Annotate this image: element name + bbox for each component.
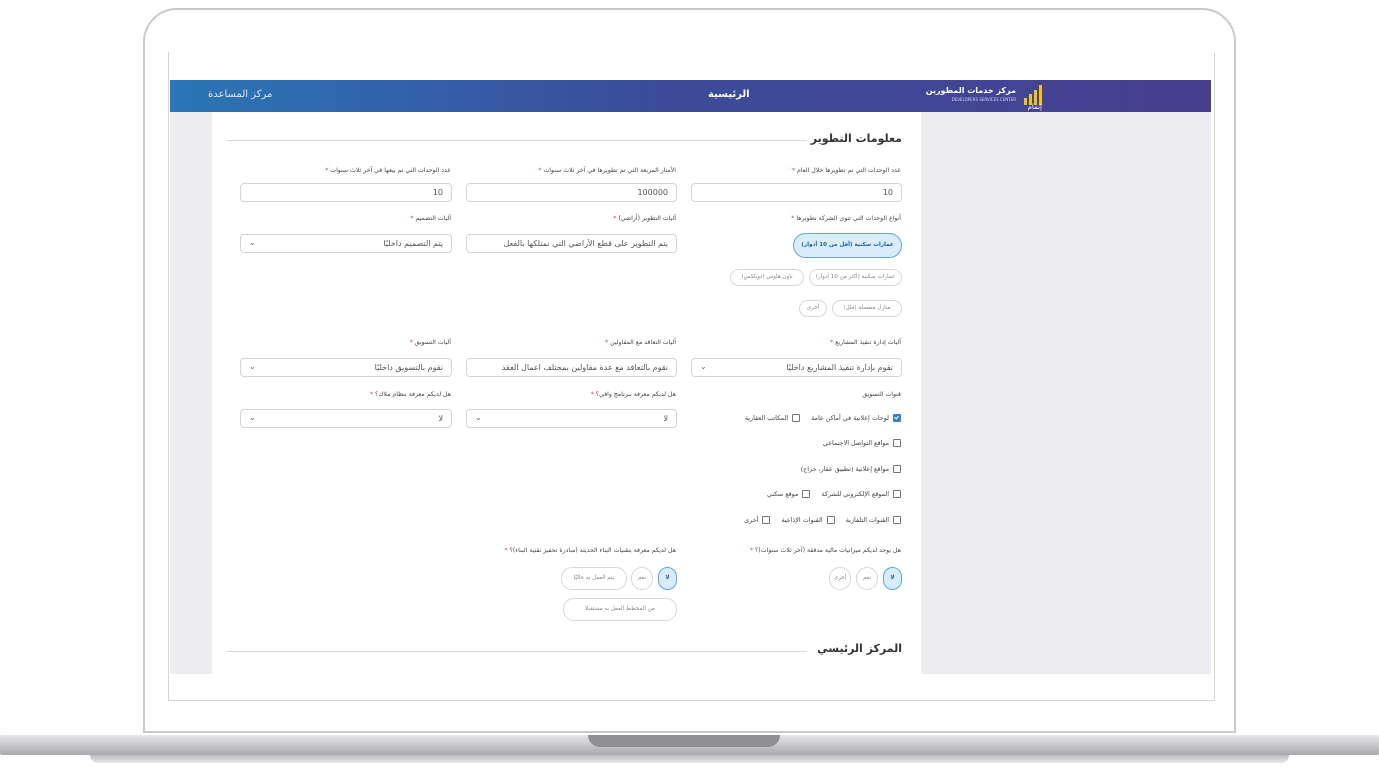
sqm-input[interactable]: 100000 xyxy=(466,183,677,202)
mullak-select[interactable]: لا ⌄ xyxy=(240,409,452,428)
home-link[interactable]: الرئيسية xyxy=(708,89,750,100)
checkbox-icon xyxy=(893,490,901,498)
checkbox-icon xyxy=(893,465,901,473)
logo-icon xyxy=(1020,85,1042,105)
brand-logo[interactable]: مركز خدمات المطورين DEVELOPERS SERVICES … xyxy=(922,85,1042,111)
design-mechanism-label: آليات التصميم * xyxy=(410,215,451,222)
channel-checkbox[interactable]: المكاتب العقارية xyxy=(745,414,801,422)
chevron-down-icon: ⌄ xyxy=(700,362,707,371)
channel-checkbox[interactable]: أخرى xyxy=(744,516,771,524)
section-divider xyxy=(227,651,807,652)
audited-option-yes[interactable]: نعم xyxy=(856,567,878,590)
section-title-headquarters: المركز الرئيسي xyxy=(817,642,902,655)
contracting-label: آليات التعاقد مع المقاولين * xyxy=(605,339,676,346)
laptop-base-bottom xyxy=(90,755,1289,763)
dev-mechanism-select[interactable]: يتم التطوير على قطع الأراضي التي نمتلكها… xyxy=(466,234,677,253)
laptop-notch xyxy=(588,735,780,747)
units-year-label: عدد الوحدات التي تم تطويرها خلال العام * xyxy=(791,167,901,174)
wafi-select[interactable]: لا ⌄ xyxy=(466,409,677,428)
chevron-down-icon: ⌄ xyxy=(249,362,256,371)
wafi-label: هل لديكم معرفة ببرنامج وافي؟ * xyxy=(590,391,676,398)
unit-type-chip[interactable]: منازل منفصلة (فلل) xyxy=(832,300,902,317)
project-mgmt-select[interactable]: نقوم بإدارة تنفيذ المشاريع داخليًا ⌄ xyxy=(691,358,902,377)
channel-row: مواقع إعلانية (تطبيق عقار، حراج) xyxy=(801,465,901,473)
top-navigation-bar: مركز المساعدة الرئيسية مركز خدمات المطور… xyxy=(170,80,1211,112)
brand-name: مركز خدمات المطورين xyxy=(925,86,1016,95)
chevron-down-icon: ⌄ xyxy=(249,238,256,247)
tech-option-no[interactable]: لا xyxy=(658,567,677,590)
side-panel xyxy=(921,112,1211,674)
channel-checkbox[interactable]: القنوات الإذاعية xyxy=(781,516,835,524)
channel-checkbox[interactable]: مواقع إعلانية (تطبيق عقار، حراج) xyxy=(801,465,901,473)
checkbox-icon xyxy=(762,516,771,524)
section-divider xyxy=(227,140,807,141)
checkbox-icon xyxy=(893,516,901,524)
contracting-select[interactable]: نقوم بالتعاقد مع عدة مقاولين بمختلف اعما… xyxy=(466,358,677,377)
unit-type-chip[interactable]: عمارات سكنية (أكثر من 10 أدوار) xyxy=(809,269,902,286)
audited-option-no[interactable]: لا xyxy=(883,567,902,590)
app-screen: مركز المساعدة الرئيسية مركز خدمات المطور… xyxy=(170,80,1211,674)
chevron-down-icon: ⌄ xyxy=(475,413,482,422)
channel-row: لوحات إعلانية في أماكن عامة المكاتب العق… xyxy=(745,414,901,422)
section-title: معلومات التطوير xyxy=(810,132,902,145)
help-center-link[interactable]: مركز المساعدة xyxy=(208,89,272,100)
dev-mechanism-label: آليات التطوير (أراضي) * xyxy=(613,215,676,222)
sqm-label: الأمتار المربعة التي تم تطويرها في آخر ث… xyxy=(538,167,676,174)
form-panel: معلومات التطوير عدد الوحدات التي تم تطوي… xyxy=(212,112,921,674)
brand-name-en: DEVELOPERS SERVICES CENTER xyxy=(951,97,1016,102)
marketing-label: آليات التسويق * xyxy=(409,339,451,346)
tech-label: هل لديكم معرفة بتقنيات البناء الحديثة (م… xyxy=(504,547,676,554)
checkbox-checked-icon xyxy=(893,414,901,422)
channel-checkbox[interactable]: مواقع التواصل الاجتماعي xyxy=(823,439,901,447)
channel-checkbox[interactable]: القنوات التلفازية xyxy=(846,516,901,524)
units-year-input[interactable]: 10 xyxy=(691,183,902,202)
marketing-channels-label: قنوات التسويق xyxy=(862,391,901,398)
chevron-down-icon: ⌄ xyxy=(249,413,256,422)
units-sold-label: عدد الوحدات التي تم بيعها في آخر ثلاث سن… xyxy=(325,167,451,174)
unit-type-chip[interactable]: أخرى xyxy=(799,300,827,317)
mullak-label: هل لديكم معرفة بنظام ملاك؟ * xyxy=(369,391,451,398)
checkbox-icon xyxy=(792,414,801,422)
tech-option-planned[interactable]: من المخطط العمل به مستقبلا xyxy=(563,598,677,621)
unit-type-chip[interactable]: تاون هاوس (دوبلكس) xyxy=(730,269,804,286)
marketing-select[interactable]: نقوم بالتسويق داخليًا ⌄ xyxy=(240,358,452,377)
checkbox-icon xyxy=(802,490,811,498)
checkbox-icon xyxy=(893,439,901,447)
tech-option-current[interactable]: يتم العمل به حاليًا xyxy=(561,567,627,590)
channel-checkbox[interactable]: لوحات إعلانية في أماكن عامة xyxy=(811,414,901,422)
audited-label: هل يوجد لديكم ميزانيات مالية مدققة (آخر … xyxy=(749,547,901,554)
checkbox-icon xyxy=(826,516,835,524)
unit-type-chip[interactable]: عمارات سكنية (أقل من 10 أدوار) xyxy=(793,233,902,258)
design-mechanism-select[interactable]: يتم التصميم داخليًا ⌄ xyxy=(240,234,452,253)
channel-checkbox[interactable]: الموقع الإلكتروني للشركة xyxy=(821,490,901,498)
unit-types-label: أنواع الوحدات التي تنوي الشركة تطويرها * xyxy=(791,215,901,222)
channel-row: القنوات التلفازية القنوات الإذاعية أخرى xyxy=(744,516,901,524)
units-sold-input[interactable]: 10 xyxy=(240,183,452,202)
brand-logo-text: إتمام xyxy=(1027,103,1042,111)
tech-option-yes[interactable]: نعم xyxy=(631,567,653,590)
channel-checkbox[interactable]: موقع سكني xyxy=(767,490,811,498)
audited-option-other[interactable]: أخرى xyxy=(829,567,851,590)
channel-row: الموقع الإلكتروني للشركة موقع سكني xyxy=(767,490,901,498)
channel-row: مواقع التواصل الاجتماعي xyxy=(823,439,901,447)
project-mgmt-label: آليات إدارة تنفيذ المشاريع * xyxy=(830,339,901,346)
